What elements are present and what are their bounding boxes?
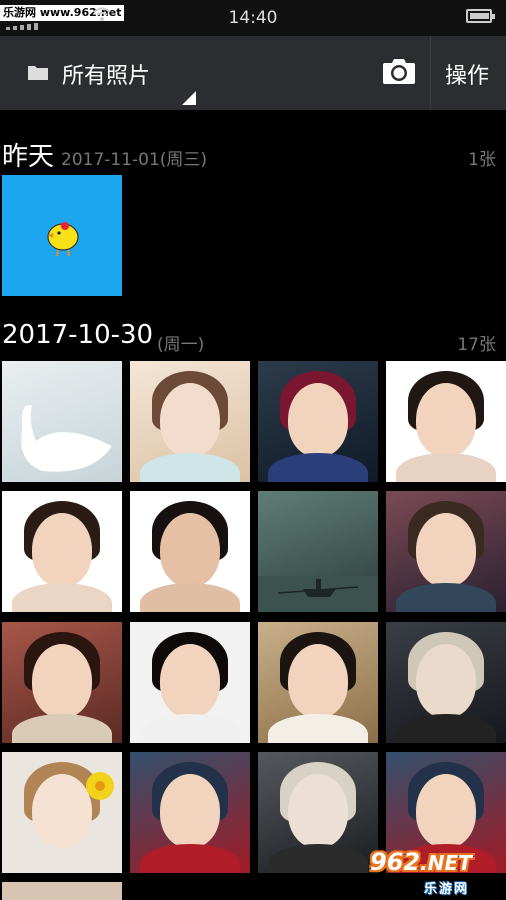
boat-image <box>258 576 378 612</box>
photo-thumbnail[interactable] <box>130 491 250 612</box>
battery-icon <box>466 9 495 23</box>
photo-thumbnail[interactable] <box>2 752 122 873</box>
logo-text: 乐游网 <box>424 882 470 897</box>
section-header: 2017-10-30 (周一) 17张 <box>0 320 506 356</box>
photo-thumbnail[interactable] <box>2 361 122 482</box>
status-bar: 乐游网 www.962.net 14:40 <box>0 0 506 36</box>
section-date: 昨天 <box>2 142 55 172</box>
toolbar-divider <box>430 36 431 110</box>
top-bar: 所有照片 操作 <box>0 36 506 110</box>
logo-number: 962.NET <box>370 848 472 876</box>
section-count: 17张 <box>457 335 496 355</box>
photo-thumbnail[interactable] <box>258 491 378 612</box>
photo-thumbnail[interactable] <box>258 622 378 743</box>
album-selector[interactable]: 所有照片 <box>62 58 150 90</box>
section-date-detail: 2017-11-01(周三) <box>61 150 208 170</box>
section-header: 昨天 2017-11-01(周三) 1张 <box>0 136 506 172</box>
clock: 14:40 <box>228 8 278 28</box>
section-count: 1张 <box>468 150 496 170</box>
folder-icon <box>28 66 48 80</box>
photo-thumbnail[interactable] <box>2 491 122 612</box>
photo-thumbnail[interactable] <box>386 491 506 612</box>
photo-thumbnail[interactable] <box>2 622 122 743</box>
photo-thumbnail[interactable] <box>130 622 250 743</box>
swan-image <box>21 405 112 472</box>
section-date: 2017-10-30 <box>2 320 154 350</box>
flower-image <box>86 772 114 800</box>
section-date-detail: (周一) <box>157 335 205 355</box>
dropdown-corner-icon[interactable] <box>182 91 196 105</box>
photo-thumbnail[interactable] <box>258 752 378 873</box>
photo-thumbnail[interactable] <box>386 622 506 743</box>
photo-thumbnail[interactable] <box>2 175 122 296</box>
photo-thumbnail[interactable] <box>386 361 506 482</box>
chick-icon <box>47 222 79 257</box>
photo-thumbnail[interactable] <box>130 361 250 482</box>
site-logo-watermark: 962.NET 乐游网 <box>364 846 502 897</box>
photo-thumbnail[interactable] <box>130 752 250 873</box>
photo-thumbnail[interactable] <box>2 882 122 900</box>
actions-button[interactable]: 操作 <box>445 58 489 90</box>
photo-thumbnail[interactable] <box>258 361 378 482</box>
camera-icon[interactable] <box>381 56 417 86</box>
